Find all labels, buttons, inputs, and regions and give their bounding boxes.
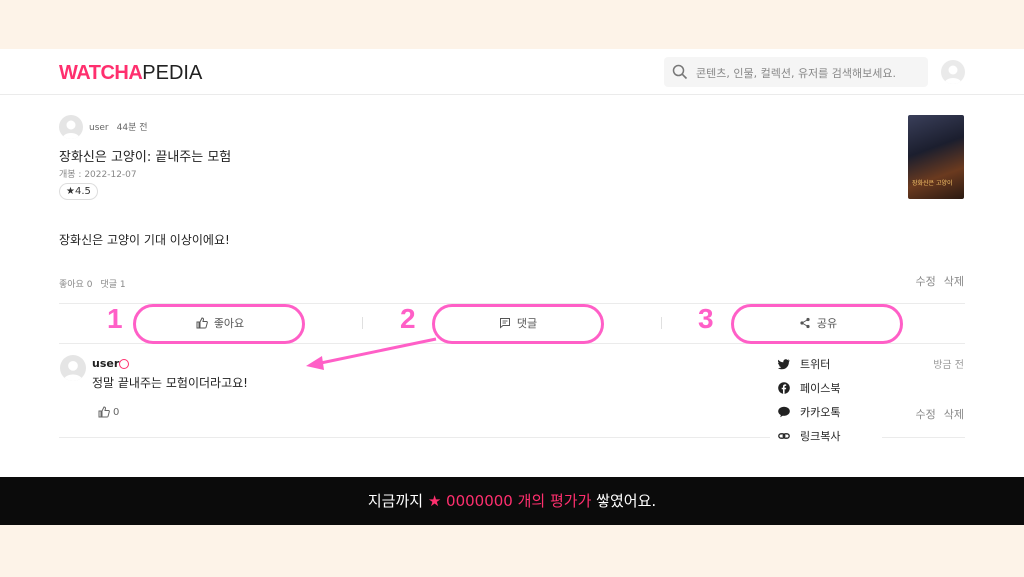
page-content: WATCHAPEDIA 콘텐츠, 인물, 컬렉션, 유저를 검색해보세요. us…: [0, 49, 1024, 477]
delete-post-button[interactable]: 삭제: [944, 275, 964, 288]
profile-avatar[interactable]: [941, 60, 965, 84]
like-count: 좋아요 0: [59, 280, 93, 290]
logo-suffix: PEDIA: [142, 62, 203, 84]
link-icon: [778, 433, 790, 439]
banner-prefix: 지금까지: [367, 492, 424, 510]
kakaotalk-icon: [778, 406, 790, 418]
search-input[interactable]: 콘텐츠, 인물, 컬렉션, 유저를 검색해보세요.: [664, 57, 928, 87]
annotation-ring-comment: [432, 304, 604, 344]
poster-title: 장화신은 고양이: [912, 180, 953, 187]
comment-username[interactable]: user: [92, 357, 119, 370]
top-header: WATCHAPEDIA 콘텐츠, 인물, 컬렉션, 유저를 검색해보세요.: [0, 49, 1024, 95]
share-dropdown: 트위터 페이스북 카카오톡 링크복사: [770, 350, 882, 450]
annotation-number-1: 1: [107, 303, 123, 334]
action-separator: [661, 317, 662, 329]
release-date: 개봉 : 2022-12-07: [59, 170, 137, 180]
verified-badge-icon: [119, 359, 129, 369]
rating-badge: ★4.5: [59, 183, 98, 200]
search-icon: [672, 64, 688, 80]
comment-text: 정말 끝내주는 모험이더라고요!: [92, 376, 248, 390]
logo-brand: WATCHA: [59, 62, 143, 84]
review-text: 장화신은 고양이 기대 이상이에요!: [59, 233, 230, 247]
banner-suffix: 쌓였어요.: [596, 492, 657, 510]
comment-edit-links: 수정 삭제: [916, 406, 965, 422]
share-facebook-label: 페이스북: [800, 382, 841, 395]
share-twitter[interactable]: 트위터: [778, 356, 830, 372]
comment-like-count: 0: [113, 406, 120, 418]
share-facebook[interactable]: 페이스북: [778, 380, 840, 396]
comment-time: 방금 전: [933, 360, 964, 371]
thumbs-up-icon: [98, 406, 110, 418]
post-time: 44분 전: [116, 123, 148, 133]
logo[interactable]: WATCHAPEDIA: [59, 62, 202, 85]
user-icon: [62, 120, 80, 139]
share-kakaotalk[interactable]: 카카오톡: [778, 404, 840, 420]
edit-post-button[interactable]: 수정: [916, 275, 936, 288]
user-icon: [944, 65, 962, 84]
share-copy-link[interactable]: 링크복사: [778, 428, 840, 444]
delete-comment-button[interactable]: 삭제: [944, 408, 964, 421]
comment-like-button[interactable]: 0: [98, 406, 119, 418]
post-edit-links: 수정 삭제: [916, 273, 965, 289]
edit-comment-button[interactable]: 수정: [916, 408, 936, 421]
share-twitter-label: 트위터: [800, 358, 831, 371]
post-username[interactable]: user: [89, 123, 109, 133]
search-placeholder: 콘텐츠, 인물, 컬렉션, 유저를 검색해보세요.: [696, 67, 897, 80]
annotation-number-3: 3: [698, 303, 714, 334]
comment-count: 댓글 1: [100, 280, 126, 290]
share-copy-link-label: 링크복사: [800, 430, 841, 443]
post-author-avatar[interactable]: [59, 115, 83, 139]
annotation-number-2: 2: [400, 303, 416, 334]
movie-title[interactable]: 장화신은 고양이: 끝내주는 모험: [59, 146, 231, 165]
twitter-icon: [778, 359, 790, 370]
annotation-ring-like: [133, 304, 305, 344]
banner-highlight: ★ 0000000 개의 평가가: [427, 492, 592, 510]
user-icon: [63, 360, 83, 381]
comment-author-avatar[interactable]: [60, 355, 86, 381]
facebook-icon: [778, 382, 790, 394]
post-meta: user 44분 전: [89, 120, 148, 133]
rating-count-banner: 지금까지 ★ 0000000 개의 평가가 쌓였어요.: [0, 477, 1024, 525]
post-counts: 좋아요 0 댓글 1: [59, 277, 126, 290]
annotation-ring-share: [731, 304, 903, 344]
share-kakaotalk-label: 카카오톡: [800, 406, 841, 419]
action-separator: [362, 317, 363, 329]
movie-poster[interactable]: 장화신은 고양이: [908, 115, 964, 199]
